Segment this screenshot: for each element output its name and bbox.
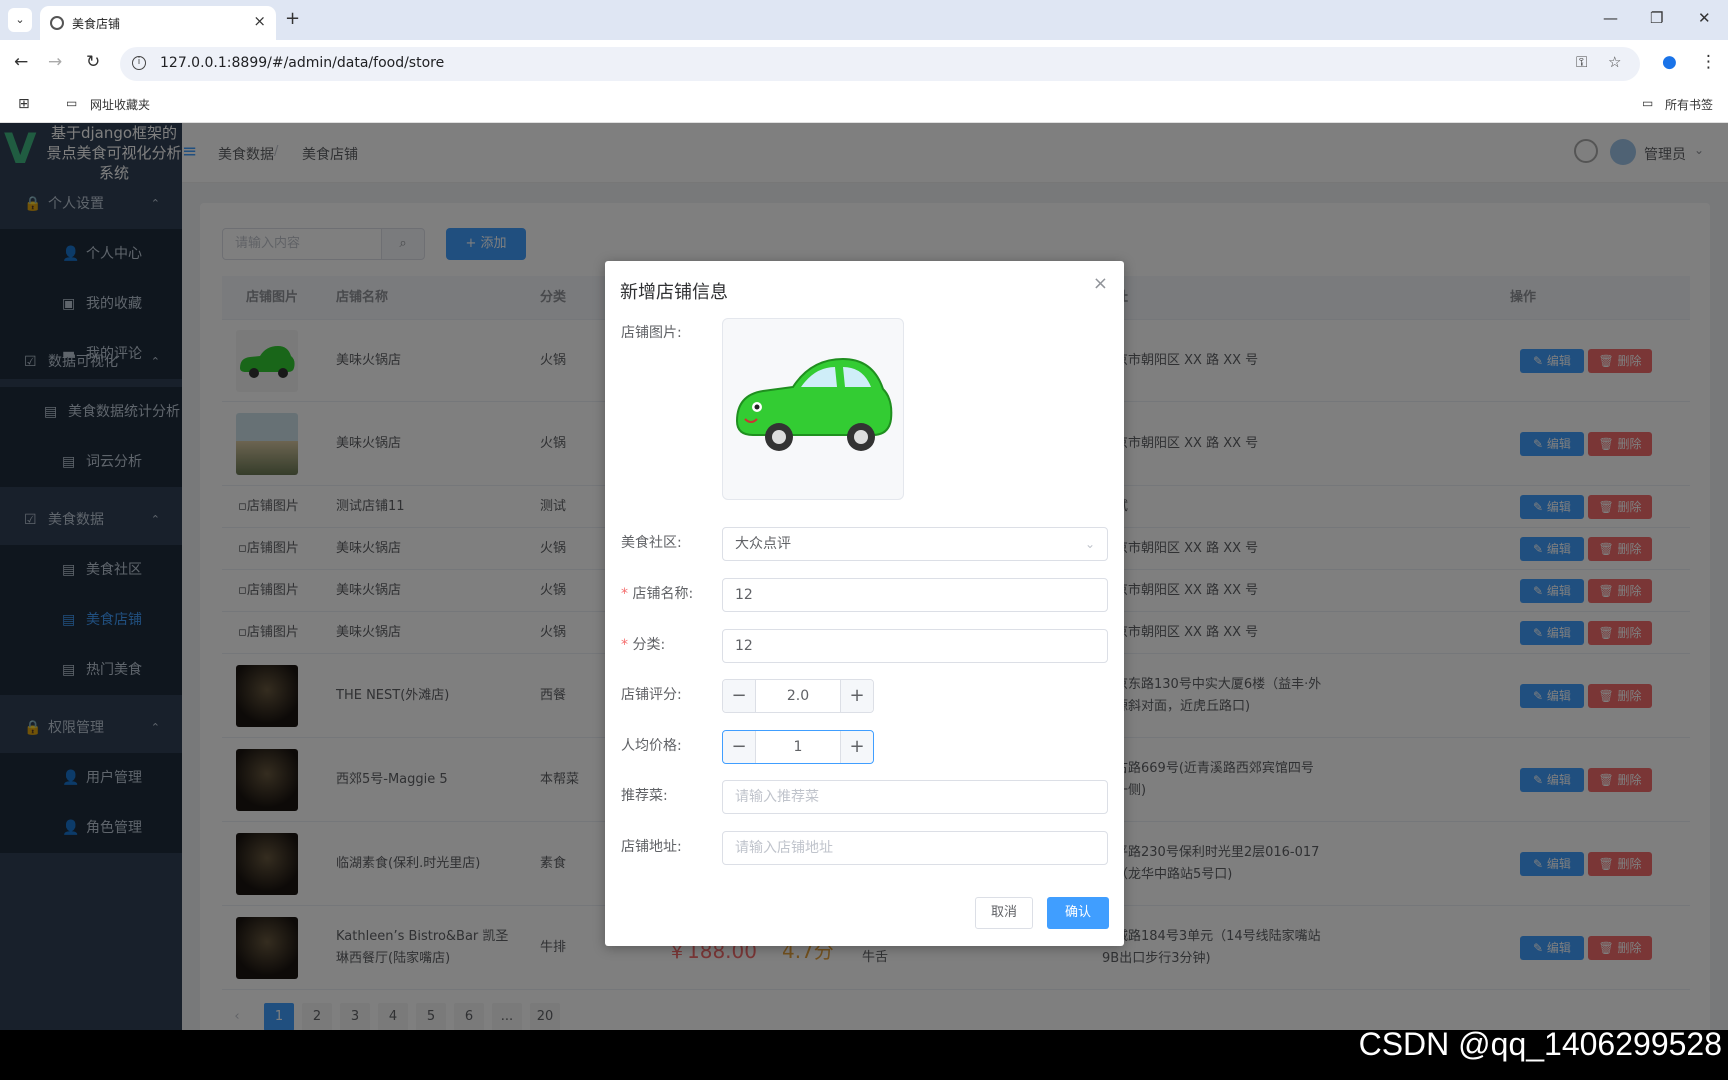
tab-strip: ⌄ 美食店铺 × + — ❐ ✕ bbox=[0, 0, 1728, 40]
community-value: 大众点评 bbox=[735, 536, 791, 552]
address-input[interactable]: 请输入店铺地址 bbox=[722, 831, 1108, 865]
profile-icon[interactable]: ● bbox=[1662, 52, 1677, 72]
price-label: 人均价格: bbox=[621, 738, 682, 754]
community-select[interactable]: 大众点评 ⌄ bbox=[722, 527, 1108, 561]
increase-icon[interactable]: + bbox=[840, 731, 873, 763]
globe-icon bbox=[50, 16, 64, 30]
tab-search-icon[interactable]: ⌄ bbox=[8, 8, 32, 32]
score-stepper: − 2.0 + bbox=[722, 679, 874, 713]
browser-tab[interactable]: 美食店铺 × bbox=[40, 6, 276, 40]
back-icon[interactable]: ← bbox=[14, 52, 28, 72]
close-window-icon[interactable]: ✕ bbox=[1698, 9, 1711, 27]
image-label: 店铺图片: bbox=[621, 325, 682, 341]
dish-label: 推荐菜: bbox=[621, 788, 668, 804]
new-tab-icon[interactable]: + bbox=[285, 8, 300, 29]
increase-icon[interactable]: + bbox=[840, 680, 873, 712]
decrease-icon[interactable]: − bbox=[723, 680, 756, 712]
menu-icon[interactable]: ⋮ bbox=[1700, 52, 1717, 72]
close-icon[interactable]: × bbox=[1093, 273, 1108, 294]
reload-icon[interactable]: ↻ bbox=[86, 52, 100, 72]
score-value[interactable]: 2.0 bbox=[756, 680, 840, 712]
forward-icon[interactable]: → bbox=[48, 52, 62, 72]
folder-icon: ▭ bbox=[1642, 96, 1654, 110]
image-upload[interactable] bbox=[722, 318, 904, 500]
address-label: 店铺地址: bbox=[621, 839, 682, 855]
all-bookmarks[interactable]: 所有书签 bbox=[1665, 96, 1713, 113]
key-icon[interactable]: ⚿ bbox=[1576, 53, 1587, 71]
cancel-button[interactable]: 取消 bbox=[975, 897, 1033, 929]
watermark: CSDN @qq_1406299528 bbox=[1358, 1026, 1722, 1062]
browser-chrome: ⌄ 美食店铺 × + — ❐ ✕ ← → ↻ i 127.0.0.1:8899/… bbox=[0, 0, 1728, 123]
car-image bbox=[735, 357, 893, 451]
category-input[interactable]: 12 bbox=[722, 629, 1108, 663]
star-icon[interactable]: ☆ bbox=[1608, 53, 1621, 71]
folder-icon: ▭ bbox=[66, 96, 78, 110]
close-tab-icon[interactable]: × bbox=[253, 12, 266, 30]
tab-title: 美食店铺 bbox=[72, 17, 121, 31]
url-text: 127.0.0.1:8899/#/admin/data/food/store bbox=[160, 55, 445, 71]
price-stepper: − 1 + bbox=[722, 730, 874, 764]
minimize-icon[interactable]: — bbox=[1603, 9, 1618, 27]
restore-icon[interactable]: ❐ bbox=[1650, 9, 1663, 27]
score-label: 店铺评分: bbox=[621, 687, 682, 703]
url-field[interactable]: i 127.0.0.1:8899/#/admin/data/food/store… bbox=[120, 47, 1640, 81]
decrease-icon[interactable]: − bbox=[723, 731, 756, 763]
chevron-down-icon: ⌄ bbox=[1084, 537, 1095, 551]
site-info-icon[interactable]: i bbox=[132, 56, 146, 70]
add-store-dialog: 新增店铺信息 × 店铺图片: 美食社区: 大众点评 ⌄ * 店铺名称: 12 *… bbox=[605, 261, 1124, 946]
community-label: 美食社区: bbox=[621, 535, 682, 551]
bookmarks-bar: ⊞ ▭ 网址收藏夹 ▭ 所有书签 bbox=[0, 88, 1728, 123]
confirm-button[interactable]: 确认 bbox=[1047, 897, 1109, 929]
store-name-input[interactable]: 12 bbox=[722, 578, 1108, 612]
bookmark-folder[interactable]: 网址收藏夹 bbox=[90, 96, 150, 113]
apps-icon[interactable]: ⊞ bbox=[18, 96, 30, 112]
price-value[interactable]: 1 bbox=[756, 731, 840, 763]
dish-input[interactable]: 请输入推荐菜 bbox=[722, 780, 1108, 814]
name-label: * 店铺名称: bbox=[621, 586, 694, 602]
dialog-title: 新增店铺信息 bbox=[620, 282, 728, 303]
address-bar: ← → ↻ i 127.0.0.1:8899/#/admin/data/food… bbox=[0, 40, 1728, 88]
category-label: * 分类: bbox=[621, 637, 666, 653]
